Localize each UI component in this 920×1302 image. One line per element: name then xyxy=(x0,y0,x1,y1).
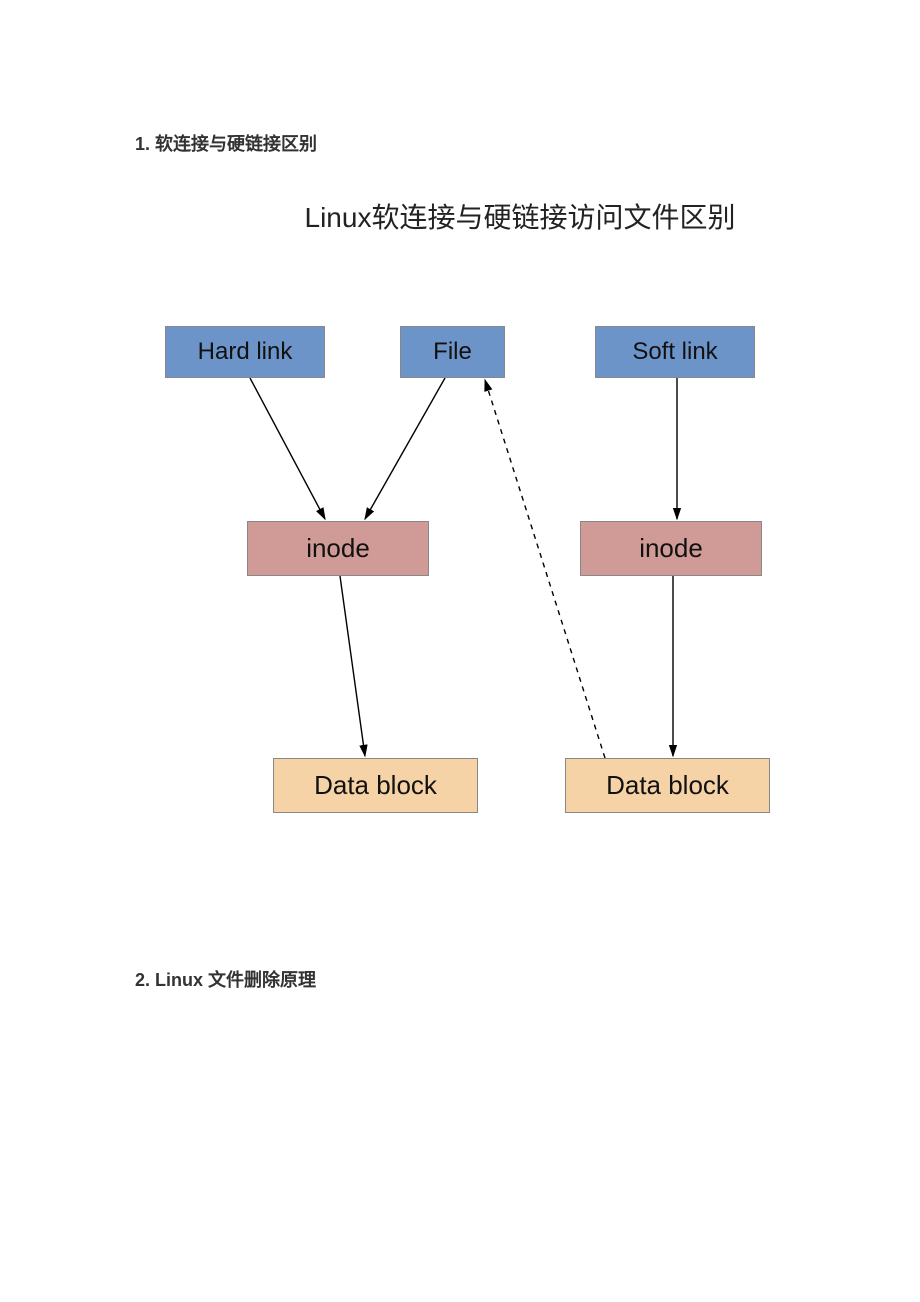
link-diagram: Hard link File Soft link inode inode Dat… xyxy=(165,326,805,876)
box-file: File xyxy=(400,326,505,378)
box-hard-link: Hard link xyxy=(165,326,325,378)
section-1-heading: 1. 软连接与硬链接区别 xyxy=(135,130,785,156)
box-data-block-left: Data block xyxy=(273,758,478,813)
box-inode-right: inode xyxy=(580,521,762,576)
box-data-block-right: Data block xyxy=(565,758,770,813)
box-inode-left: inode xyxy=(247,521,429,576)
box-soft-link: Soft link xyxy=(595,326,755,378)
diagram-title: Linux软连接与硬链接访问文件区别 xyxy=(255,196,785,236)
document-page: 1. 软连接与硬链接区别 Linux软连接与硬链接访问文件区别 Hard lin… xyxy=(0,0,920,992)
section-2-heading: 2. Linux 文件删除原理 xyxy=(135,966,785,992)
